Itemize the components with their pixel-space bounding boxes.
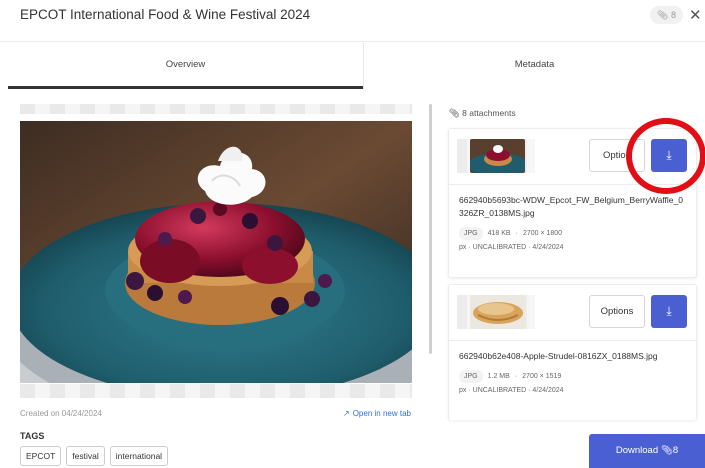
close-icon[interactable]: ✕: [689, 6, 702, 24]
attachment-filename: 662940b5693bc-WDW_Epcot_FW_Belgium_Berry…: [459, 195, 683, 218]
open-in-new-tab-link[interactable]: ↗ Open in new tab: [343, 409, 411, 418]
attachments-count-label: 8 attachments: [462, 108, 516, 118]
attachment-card-header: Option ⤓: [449, 129, 696, 184]
attachment-icon: 📎︎: [660, 445, 673, 456]
tags-heading: TAGS: [20, 431, 45, 441]
attachment-thumbnail[interactable]: [470, 139, 525, 173]
attachment-meta: JPG 1.2 MB · 2700 × 1519: [459, 370, 686, 383]
page-title: EPCOT International Food & Wine Festival…: [20, 7, 311, 22]
open-in-new-tab-label: Open in new tab: [352, 409, 411, 418]
attachment-meta: JPG 418 KB · 2700 × 1800: [459, 227, 686, 240]
external-link-icon: ↗: [343, 409, 350, 418]
attachment-date: 4/24/2024: [532, 244, 564, 251]
download-all-button[interactable]: Download 📎︎8: [589, 434, 705, 468]
preview-image: [20, 121, 412, 383]
attachments-count: 📎︎ 8 attachments: [449, 108, 516, 119]
attachment-filename: 662940b62e408-Apple-Strudel-0816ZX_0188M…: [459, 351, 658, 361]
attachment-card: Options ⤓ 662940b62e408-Apple-Strudel-08…: [448, 284, 697, 420]
tab-bar: Overview Metadata: [8, 43, 705, 89]
options-button[interactable]: Option: [589, 139, 645, 172]
calibration-status: UNCALIBRATED: [472, 387, 527, 394]
format-badge: JPG: [459, 370, 483, 383]
image-dimensions: 2700 × 1800: [522, 230, 563, 237]
file-size: 1.2 MB: [487, 373, 510, 380]
meta-separator: ·: [514, 373, 518, 380]
calibration-status: UNCALIBRATED: [472, 244, 527, 251]
file-size: 418 KB: [487, 230, 511, 237]
download-button[interactable]: ⤓: [651, 295, 687, 328]
attachment-count-badge: 📎︎ 8: [650, 6, 683, 24]
attachment-thumbnail[interactable]: [470, 295, 525, 329]
options-button[interactable]: Options: [589, 295, 645, 328]
download-all-count: 8: [672, 445, 679, 456]
attachment-card: Option ⤓ 662940b5693bc-WDW_Epcot_FW_Belg…: [448, 128, 697, 278]
attachment-icon: 📎︎: [657, 10, 669, 20]
attachment-date: 4/24/2024: [532, 387, 564, 394]
download-button[interactable]: ⤓: [651, 139, 687, 172]
attachment-icon: 📎︎: [449, 108, 460, 118]
preview-bottom-strip: [20, 384, 412, 398]
attachment-meta-secondary: px · UNCALIBRATED · 4/24/2024: [459, 244, 686, 251]
attachment-count-value: 8: [670, 10, 676, 20]
format-badge: JPG: [459, 227, 483, 240]
created-date: Created on 04/24/2024: [20, 409, 102, 418]
image-dimensions: 2700 × 1519: [522, 373, 562, 380]
preview-scrollbar[interactable]: [429, 104, 432, 354]
preview-top-strip: [20, 104, 412, 114]
tab-metadata[interactable]: Metadata: [363, 43, 705, 89]
attachment-details: 662940b5693bc-WDW_Epcot_FW_Belgium_Berry…: [449, 184, 696, 260]
meta-separator: ·: [515, 230, 518, 237]
attachment-meta-secondary: px · UNCALIBRATED · 4/24/2024: [459, 387, 686, 394]
tab-overview[interactable]: Overview: [8, 43, 363, 89]
download-all-label: Download: [615, 445, 659, 456]
download-icon: ⤓: [666, 148, 672, 162]
attachment-details: 662940b62e408-Apple-Strudel-0816ZX_0188M…: [449, 340, 696, 403]
tag-chip[interactable]: international: [109, 446, 169, 466]
unit-label: px: [459, 387, 467, 394]
tags-list: EPCOT festival international: [20, 446, 169, 466]
tag-chip[interactable]: festival: [66, 446, 105, 466]
unit-label: px: [459, 244, 467, 251]
modal-header: EPCOT International Food & Wine Festival…: [0, 0, 705, 42]
download-icon: ⤓: [666, 304, 672, 318]
attachment-card-header: Options ⤓: [449, 285, 696, 340]
tag-chip[interactable]: EPCOT: [20, 446, 62, 466]
